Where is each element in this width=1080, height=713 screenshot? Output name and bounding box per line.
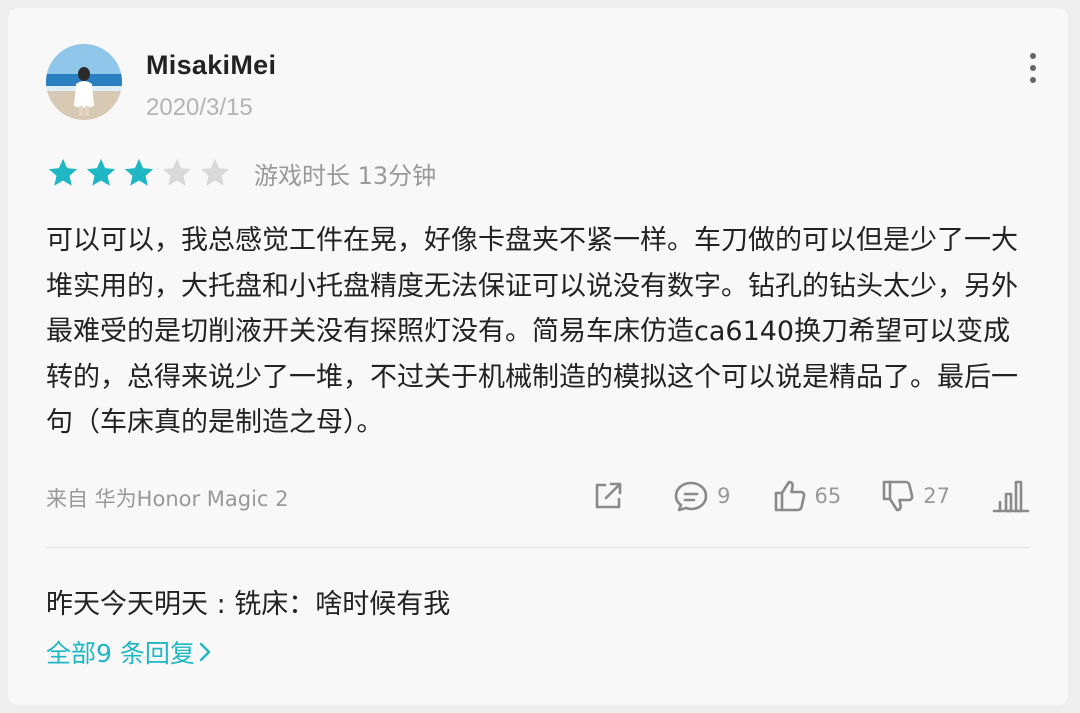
star-filled-icon xyxy=(86,158,116,186)
device-info: 来自 华为Honor Magic 2 xyxy=(46,487,289,511)
all-replies-label: 全部9 条回复 xyxy=(46,639,195,668)
thumbs-up-icon xyxy=(774,480,805,512)
more-options-button[interactable] xyxy=(1018,48,1048,88)
like-button[interactable]: 65 xyxy=(773,479,842,513)
reply-preview[interactable]: 昨天今天明天 : 铣床：啥时候有我 xyxy=(46,582,450,621)
username[interactable]: MisakiMei xyxy=(146,50,276,81)
like-count: 65 xyxy=(814,484,842,508)
dislike-count: 27 xyxy=(923,484,950,508)
share-icon xyxy=(595,482,622,509)
star-rating xyxy=(46,156,232,190)
view-all-replies-link[interactable]: 全部9 条回复 xyxy=(46,634,213,670)
dislike-button[interactable]: 27 xyxy=(881,479,950,513)
avatar[interactable] xyxy=(46,44,122,120)
chevron-right-icon xyxy=(199,642,211,662)
rating-row: 游戏时长 13分钟 xyxy=(46,155,436,191)
thumbs-down-icon xyxy=(882,480,914,512)
review-date: 2020/3/15 xyxy=(146,94,253,121)
review-card: MisakiMei 2020/3/15 游戏时长 13分钟 可以可以，我总感觉工… xyxy=(8,8,1068,705)
star-filled-icon xyxy=(48,158,78,186)
comment-icon xyxy=(674,481,708,512)
comment-button[interactable]: 9 xyxy=(673,479,731,513)
star-filled-icon xyxy=(124,158,154,186)
avatar-image xyxy=(46,44,122,120)
action-bar: 9 65 27 xyxy=(591,476,1030,516)
divider xyxy=(46,547,1030,548)
playtime: 游戏时长 13分钟 xyxy=(254,161,437,190)
stats-button[interactable] xyxy=(992,478,1030,514)
more-vertical-icon xyxy=(1030,53,1036,59)
bar-chart-icon xyxy=(992,480,1030,513)
comment-count: 9 xyxy=(717,484,731,508)
star-empty-icon xyxy=(162,158,192,186)
share-button[interactable] xyxy=(591,479,625,513)
star-empty-icon xyxy=(200,158,230,186)
review-content: 可以可以，我总感觉工件在晃，好像卡盘夹不紧一样。车刀做的可以但是少了一大堆实用的… xyxy=(46,225,1018,438)
